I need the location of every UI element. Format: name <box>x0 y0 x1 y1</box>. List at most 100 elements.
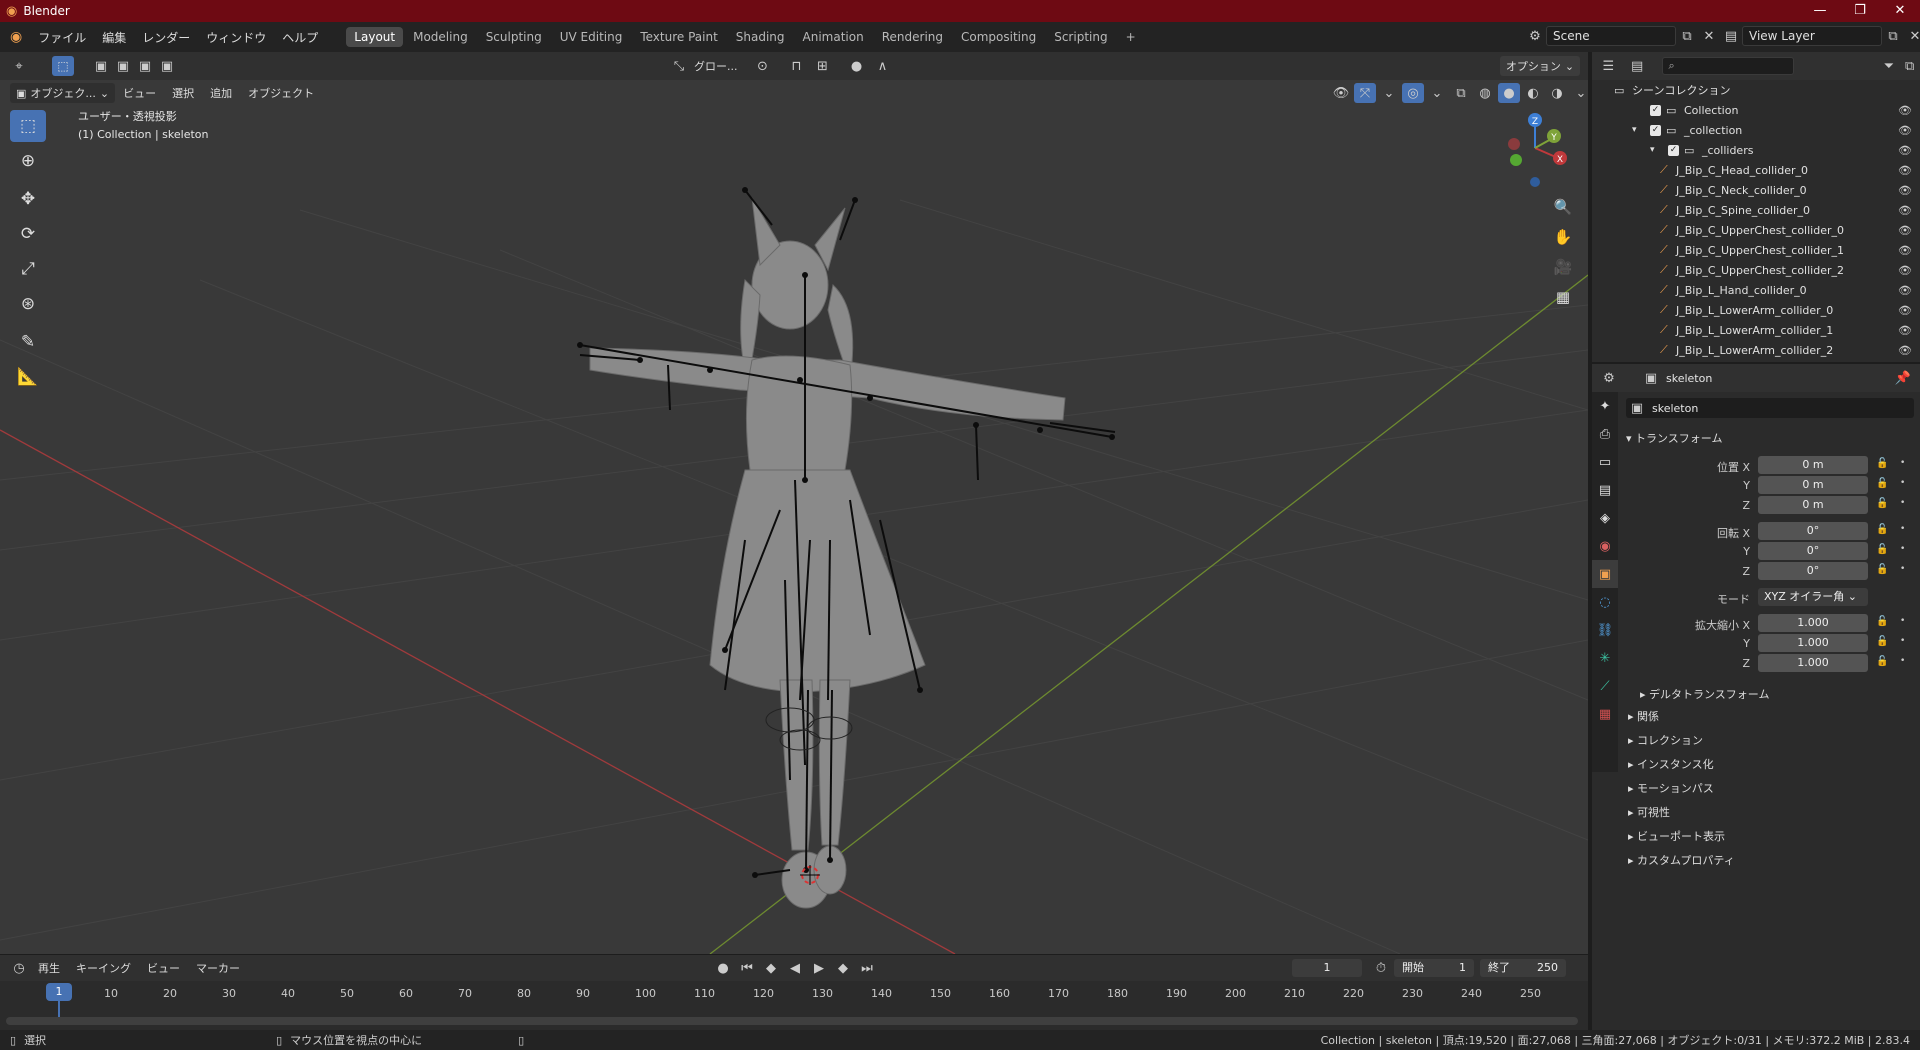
frame-ruler[interactable]: 10 20 30 40 50 60 70 80 90 100 110 120 130 140 150 160 1… <box>0 981 1588 1007</box>
property-section-header[interactable]: ▸ モーションパス <box>1628 780 1714 796</box>
overlay-toggle-icon[interactable]: ◎ <box>1402 83 1424 103</box>
annotate-tool-icon[interactable]: ✎ <box>10 326 46 358</box>
select-tool-icon[interactable]: ⬚ <box>10 110 46 142</box>
pan-hand-icon[interactable]: ✋ <box>1548 222 1578 252</box>
visibility-eye-icon[interactable]: 👁 <box>1898 284 1912 297</box>
outliner-search[interactable]: ⌕ <box>1661 57 1795 75</box>
exclude-checkbox[interactable]: ✓ <box>1668 144 1679 156</box>
keyframe-dot-icon[interactable]: • <box>1900 544 1905 554</box>
camera-view-icon[interactable]: 🎥 <box>1548 252 1578 282</box>
editor-type-icon[interactable]: ⌖ <box>8 56 30 76</box>
add-workspace-icon[interactable]: + <box>1118 27 1144 47</box>
snap-target-icon[interactable]: ⊞ <box>812 56 834 76</box>
close-button[interactable]: ✕ <box>1880 0 1920 22</box>
visibility-eye-icon[interactable]: 👁 <box>1898 144 1912 157</box>
new-collection-icon[interactable]: ⧉ <box>1899 56 1920 76</box>
keyframe-dot-icon[interactable]: • <box>1900 564 1905 574</box>
tab-sculpting[interactable]: Sculpting <box>478 27 550 47</box>
tab-animation[interactable]: Animation <box>795 27 872 47</box>
visibility-eye-icon[interactable]: 👁 <box>1898 224 1912 237</box>
current-frame-field[interactable]: 1 <box>1292 959 1362 977</box>
move-tool-icon[interactable]: ✥ <box>10 183 46 215</box>
xray-icon[interactable]: ⧉ <box>1450 83 1472 103</box>
visibility-eye-icon[interactable]: 👁 <box>1898 204 1912 217</box>
rotation-x-field[interactable]: 0° <box>1758 522 1868 540</box>
lock-icon[interactable]: 🔓 <box>1876 544 1888 555</box>
tab-modeling[interactable]: Modeling <box>405 27 476 47</box>
navigation-gizmo[interactable]: Z X Y <box>1490 110 1570 190</box>
outliner-row[interactable]: ⟋ J_Bip_C_UpperChest_collider_2 👁 <box>1592 260 1920 280</box>
menu-object[interactable]: オブジェクト <box>240 85 322 101</box>
delete-view-layer-icon[interactable]: ✕ <box>1904 26 1920 46</box>
jump-start-icon[interactable]: ⏮ <box>736 958 758 978</box>
expand-arrow-icon[interactable]: ▾ <box>1632 125 1637 135</box>
lock-icon[interactable]: 🔓 <box>1876 478 1888 489</box>
timeline-editor-icon[interactable]: ◷ <box>8 958 30 978</box>
lock-icon[interactable]: 🔓 <box>1876 616 1888 627</box>
select-mode-subtract-icon[interactable]: ▣ <box>134 56 156 76</box>
lock-icon[interactable]: 🔓 <box>1876 656 1888 667</box>
modifier-tab-icon[interactable]: ◌ <box>1592 588 1618 616</box>
visibility-eye-icon[interactable]: 👁 <box>1898 244 1912 257</box>
cursor-tool-icon[interactable]: ⊕ <box>10 145 46 177</box>
menu-timeline-view[interactable]: ビュー <box>139 960 188 976</box>
lock-icon[interactable]: 🔓 <box>1876 498 1888 509</box>
ortho-grid-icon[interactable]: ▦ <box>1548 282 1578 312</box>
filter-icon[interactable]: ⏷ <box>1878 56 1899 76</box>
prev-keyframe-icon[interactable]: ◆ <box>760 958 782 978</box>
visibility-eye-icon[interactable]: 👁 <box>1898 124 1912 137</box>
tab-uv-editing[interactable]: UV Editing <box>552 27 631 47</box>
options-dropdown[interactable]: オプション ⌄ <box>1500 56 1580 76</box>
shading-dropdown-icon[interactable]: ⌄ <box>1570 83 1592 103</box>
scale-tool-icon[interactable]: ⤢ <box>10 253 46 285</box>
zoom-icon[interactable]: 🔍 <box>1548 192 1578 222</box>
snap-icon[interactable]: ⊓ <box>786 56 808 76</box>
property-section-header[interactable]: ▸ 可視性 <box>1628 804 1670 820</box>
scale-z-field[interactable]: 1.000 <box>1758 654 1868 672</box>
overlay-dropdown-icon[interactable]: ⌄ <box>1426 83 1448 103</box>
tab-layout[interactable]: Layout <box>346 27 404 47</box>
gizmo-toggle-icon[interactable]: ⤧ <box>1354 83 1376 103</box>
view-layer-tab-icon[interactable]: ▤ <box>1592 476 1618 504</box>
outliner-row[interactable]: ✓ ▾ ▭ _collection 👁 <box>1592 120 1920 140</box>
menu-keying[interactable]: キーイング <box>68 960 139 976</box>
display-mode-icon[interactable]: ▤ <box>1627 56 1648 76</box>
menu-marker[interactable]: マーカー <box>188 960 248 976</box>
scene-field[interactable]: Scene <box>1546 26 1676 46</box>
properties-editor-icon[interactable]: ⚙ <box>1598 368 1620 388</box>
physics-tab-icon[interactable]: ✳ <box>1592 644 1618 672</box>
outliner-row[interactable]: ⟋ J_Bip_C_Neck_collider_0 👁 <box>1592 180 1920 200</box>
rotation-z-field[interactable]: 0° <box>1758 562 1868 580</box>
visibility-eye-icon[interactable]: 👁 <box>1898 104 1912 117</box>
3d-viewport[interactable]: ユーザー・透視投影 (1) Collection | skeleton ⬚ ⊕ … <box>0 80 1588 954</box>
menu-render[interactable]: レンダー <box>134 29 198 46</box>
proportional-edit-icon[interactable]: ● <box>846 56 868 76</box>
visibility-eye-icon[interactable]: 👁 <box>1898 264 1912 277</box>
rendered-shading-icon[interactable]: ◑ <box>1546 83 1568 103</box>
location-x-field[interactable]: 0 m <box>1758 456 1868 474</box>
outliner-row[interactable]: ⟋ J_Bip_C_UpperChest_collider_0 👁 <box>1592 220 1920 240</box>
keyframe-dot-icon[interactable]: • <box>1900 656 1905 666</box>
keyframe-dot-icon[interactable]: • <box>1900 478 1905 488</box>
visibility-eye-icon[interactable]: 👁 <box>1898 324 1912 337</box>
outliner-row[interactable]: ⟋ J_Bip_C_Head_collider_0 👁 <box>1592 160 1920 180</box>
object-tab-icon[interactable]: ▣ <box>1592 560 1618 588</box>
record-icon[interactable]: ● <box>712 958 734 978</box>
rotation-y-field[interactable]: 0° <box>1758 542 1868 560</box>
outliner-row[interactable]: ⟋ J_Bip_L_LowerArm_collider_1 👁 <box>1592 320 1920 340</box>
measure-tool-icon[interactable]: 📐 <box>10 361 46 393</box>
tool-tab-icon[interactable]: ✦ <box>1592 392 1618 420</box>
scale-x-field[interactable]: 1.000 <box>1758 614 1868 632</box>
world-tab-icon[interactable]: ◉ <box>1592 532 1618 560</box>
outliner-row[interactable]: ▭ シーンコレクション <box>1592 80 1920 100</box>
property-section-header[interactable]: ▸ コレクション <box>1628 732 1703 748</box>
outliner-row[interactable]: ⟋ J_Bip_C_Spine_collider_0 👁 <box>1592 200 1920 220</box>
tab-shading[interactable]: Shading <box>728 27 793 47</box>
delete-scene-icon[interactable]: ✕ <box>1698 26 1720 46</box>
outliner-editor-icon[interactable]: ☰ <box>1598 56 1619 76</box>
menu-view[interactable]: ビュー <box>115 85 164 101</box>
use-preview-range-icon[interactable]: ⏱ <box>1370 958 1392 978</box>
tab-scripting[interactable]: Scripting <box>1046 27 1115 47</box>
character-model[interactable] <box>589 197 1066 909</box>
outliner-row[interactable]: ⟋ J_Bip_L_LowerArm_collider_2 👁 <box>1592 340 1920 360</box>
